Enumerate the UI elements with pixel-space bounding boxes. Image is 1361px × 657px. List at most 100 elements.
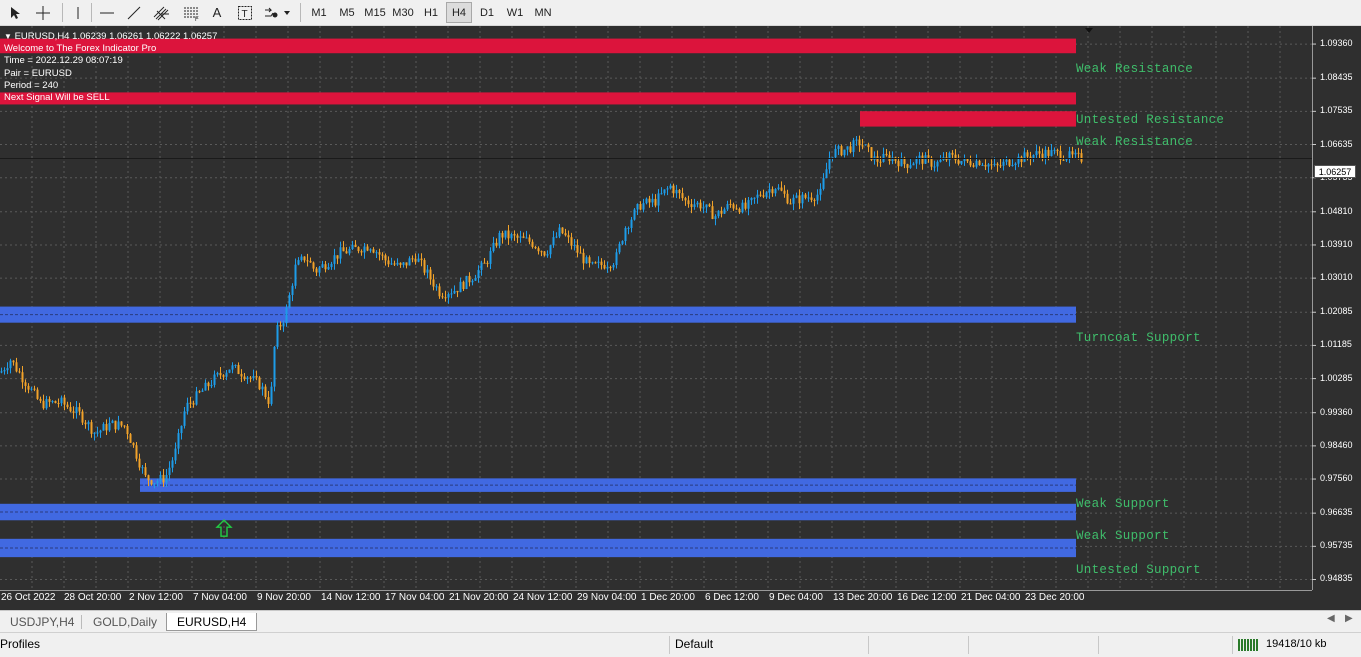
chart-window[interactable]: ▼ EURUSD,H4 1.06239 1.06261 1.06222 1.06… <box>0 26 1361 610</box>
horizontal-line-tool-button[interactable] <box>96 2 118 23</box>
time-tick-label: 7 Nov 04:00 <box>193 592 247 603</box>
candle-bull <box>225 372 228 377</box>
candle-bull <box>657 193 660 206</box>
tabs-scroll-right-icon[interactable]: ▶ <box>1345 613 1353 624</box>
candle-bull <box>177 433 180 449</box>
crosshair-tool-button[interactable] <box>32 2 54 23</box>
time-tick-label: 24 Nov 12:00 <box>513 592 573 603</box>
candle-bull <box>195 391 198 405</box>
candle-bear <box>894 157 897 161</box>
candle-bear <box>24 382 27 386</box>
tab-usdjpy-h4[interactable]: USDJPY,H4 <box>0 613 84 631</box>
candle-bull <box>165 475 168 483</box>
candle-bear <box>84 422 87 425</box>
candle-bull <box>480 262 483 270</box>
price-tick-label: 0.99360 <box>1320 406 1353 417</box>
candle-bear <box>537 248 540 252</box>
timeframe-button-w1[interactable]: W1 <box>502 2 528 23</box>
candle-bear <box>150 480 153 485</box>
timeframe-button-h1[interactable]: H1 <box>418 2 444 23</box>
candle-bull <box>333 255 336 264</box>
candle-bull <box>741 202 744 213</box>
candle-bull <box>402 262 405 265</box>
candle-bull <box>339 247 342 259</box>
candle-bull <box>717 210 720 217</box>
candle-bear <box>36 389 39 399</box>
candle-bull <box>1005 159 1008 162</box>
price-tick-label: 1.08435 <box>1320 72 1353 83</box>
candle-bear <box>897 160 900 167</box>
candle-bull <box>216 372 219 375</box>
candle-bull <box>234 365 237 367</box>
candle-bear <box>345 251 348 254</box>
price-tick-label: 0.95735 <box>1320 540 1353 551</box>
timeframe-button-m15[interactable]: M15 <box>362 2 388 23</box>
candle-bull <box>87 422 90 425</box>
candle-bear <box>243 376 246 380</box>
candle-bear <box>192 403 195 405</box>
candle-bear <box>567 235 570 238</box>
trendline-tool-button[interactable] <box>123 2 145 23</box>
candle-bear <box>798 195 801 204</box>
candle-bear <box>1080 153 1083 162</box>
time-tick-label: 21 Dec 04:00 <box>961 592 1021 603</box>
candle-bull <box>669 185 672 189</box>
candle-bear <box>12 360 15 363</box>
toolbar: F A T M1 M5 M15 M30 H1 H4 D1 W1 MN <box>0 0 1361 26</box>
candle-bull <box>396 262 399 265</box>
candle-bear <box>378 252 381 255</box>
vertical-line-tool-button[interactable] <box>68 2 88 23</box>
candle-bull <box>939 159 942 162</box>
cursor-tool-button[interactable] <box>5 2 25 23</box>
candle-bear <box>420 258 423 261</box>
chart-menu-triangle-icon[interactable]: ▼ <box>4 32 12 41</box>
timeframe-button-mn[interactable]: MN <box>530 2 556 23</box>
candle-bull <box>492 242 495 252</box>
timeframe-button-d1[interactable]: D1 <box>474 2 500 23</box>
candle-bear <box>1077 152 1080 154</box>
status-separator <box>868 636 869 654</box>
candle-bull <box>477 269 480 279</box>
timeframe-button-h4[interactable]: H4 <box>446 2 472 23</box>
shapes-tool-button[interactable] <box>262 2 292 23</box>
candle-bear <box>564 233 567 236</box>
zone-label-weak-support: Weak Support <box>1076 497 1170 511</box>
candle-bull <box>201 390 204 392</box>
candle-bull <box>327 267 330 270</box>
candle-bull <box>1065 158 1068 161</box>
timeframe-button-m5[interactable]: M5 <box>334 2 360 23</box>
candle-bear <box>951 152 954 155</box>
candle-bull <box>9 360 12 369</box>
candle-bull <box>504 230 507 238</box>
price-tick-label: 0.97560 <box>1320 473 1353 484</box>
status-separator <box>968 636 969 654</box>
candle-bull <box>750 197 753 201</box>
candle-bull <box>852 140 855 153</box>
candle-bull <box>297 260 300 265</box>
candle-bear <box>879 161 882 163</box>
tabs-scroll-left-icon[interactable]: ◀ <box>1327 613 1335 624</box>
candle-bull <box>846 146 849 150</box>
fibonacci-tool-button[interactable]: F <box>180 2 202 23</box>
candle-bull <box>174 448 177 461</box>
tab-gold-daily[interactable]: GOLD,Daily <box>83 613 167 631</box>
candle-bear <box>609 267 612 269</box>
candle-bull <box>426 269 429 273</box>
candle-bull <box>294 264 297 286</box>
candle-bear <box>78 407 81 412</box>
candle-bull <box>834 148 837 158</box>
text-label-tool-button[interactable]: T <box>235 2 255 23</box>
candle-bull <box>348 249 351 254</box>
candle-bull <box>822 178 825 189</box>
timeframe-button-m30[interactable]: M30 <box>390 2 416 23</box>
candle-bull <box>756 194 759 198</box>
candle-bull <box>330 263 333 268</box>
status-profiles[interactable]: Profiles <box>0 637 40 651</box>
tab-eurusd-h4[interactable]: EURUSD,H4 <box>166 613 258 631</box>
timeframe-button-m1[interactable]: M1 <box>306 2 332 23</box>
text-tool-button[interactable]: A <box>207 2 227 23</box>
candle-bear <box>984 164 987 167</box>
channels-tool-button[interactable] <box>150 2 174 23</box>
zone-resistance-2 <box>860 111 1076 127</box>
candle-bear <box>930 157 933 167</box>
